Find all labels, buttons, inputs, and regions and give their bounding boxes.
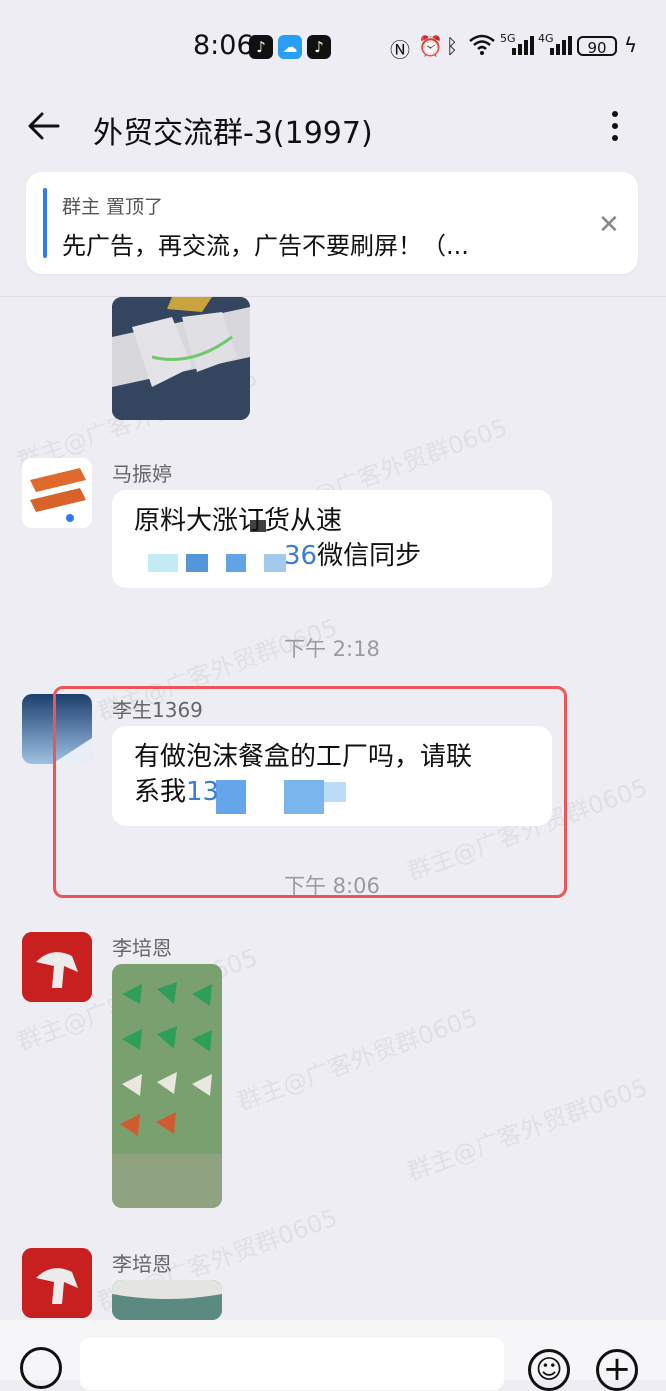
pinned-text: 先广告，再交流，广告不要刷屏！（...	[62, 232, 469, 260]
message-text: 微信同步	[317, 541, 422, 571]
emoji-icon[interactable]: ☺	[528, 1349, 570, 1391]
watermark: 群主@广客外贸群0605	[233, 1003, 482, 1117]
pinned-accent-bar	[43, 188, 47, 258]
bluetooth-icon: ᛒ	[446, 34, 458, 58]
avatar[interactable]	[22, 1248, 92, 1318]
pinned-meta: 群主 置顶了	[62, 196, 164, 218]
nfc-icon: Ⓝ	[390, 38, 410, 62]
back-arrow-icon[interactable]	[26, 108, 62, 151]
charging-icon: ϟ	[624, 33, 638, 57]
message-text: 原料大涨订货从速	[134, 506, 343, 536]
sender-name: 李培恩	[112, 936, 172, 960]
weather-icon: ☁	[278, 35, 302, 59]
message-bubble[interactable]: 原料大涨订货从速 36微信同步	[112, 490, 552, 588]
divider	[0, 296, 666, 297]
sender-name: 李培恩	[112, 1252, 172, 1276]
wifi-icon	[468, 32, 496, 61]
highlight-box	[53, 686, 567, 898]
pinned-message[interactable]: 群主 置顶了 先广告，再交流，广告不要刷屏！（... ✕	[26, 172, 638, 274]
avatar[interactable]	[22, 932, 92, 1002]
voice-input-icon[interactable]	[20, 1347, 62, 1389]
image-message[interactable]	[112, 964, 222, 1208]
image-message[interactable]	[112, 1280, 222, 1320]
phone-number-link[interactable]: 36	[284, 541, 317, 571]
tiktok-icon: ♪	[249, 35, 273, 59]
timestamp: 下午 2:18	[284, 637, 380, 661]
alarm-icon: ⏰	[418, 34, 443, 58]
status-time: 8:06	[193, 30, 254, 61]
close-icon[interactable]: ✕	[598, 210, 620, 240]
status-bar: 8:06 ♪ ☁ ♪ Ⓝ ⏰ ᛒ 5G 4G 90 ϟ	[193, 30, 638, 62]
battery-indicator: 90	[577, 36, 617, 57]
add-attachment-icon[interactable]: +	[596, 1349, 638, 1391]
sender-name: 马振婷	[112, 462, 172, 486]
watermark: 群主@广客外贸群0605	[403, 1073, 652, 1187]
tiktok-icon: ♪	[307, 35, 331, 59]
chat-title: 外贸交流群-3(1997)	[93, 116, 373, 151]
image-message[interactable]	[112, 297, 250, 420]
more-options-icon[interactable]	[600, 106, 630, 152]
avatar[interactable]	[22, 458, 92, 528]
message-input[interactable]	[80, 1338, 504, 1390]
